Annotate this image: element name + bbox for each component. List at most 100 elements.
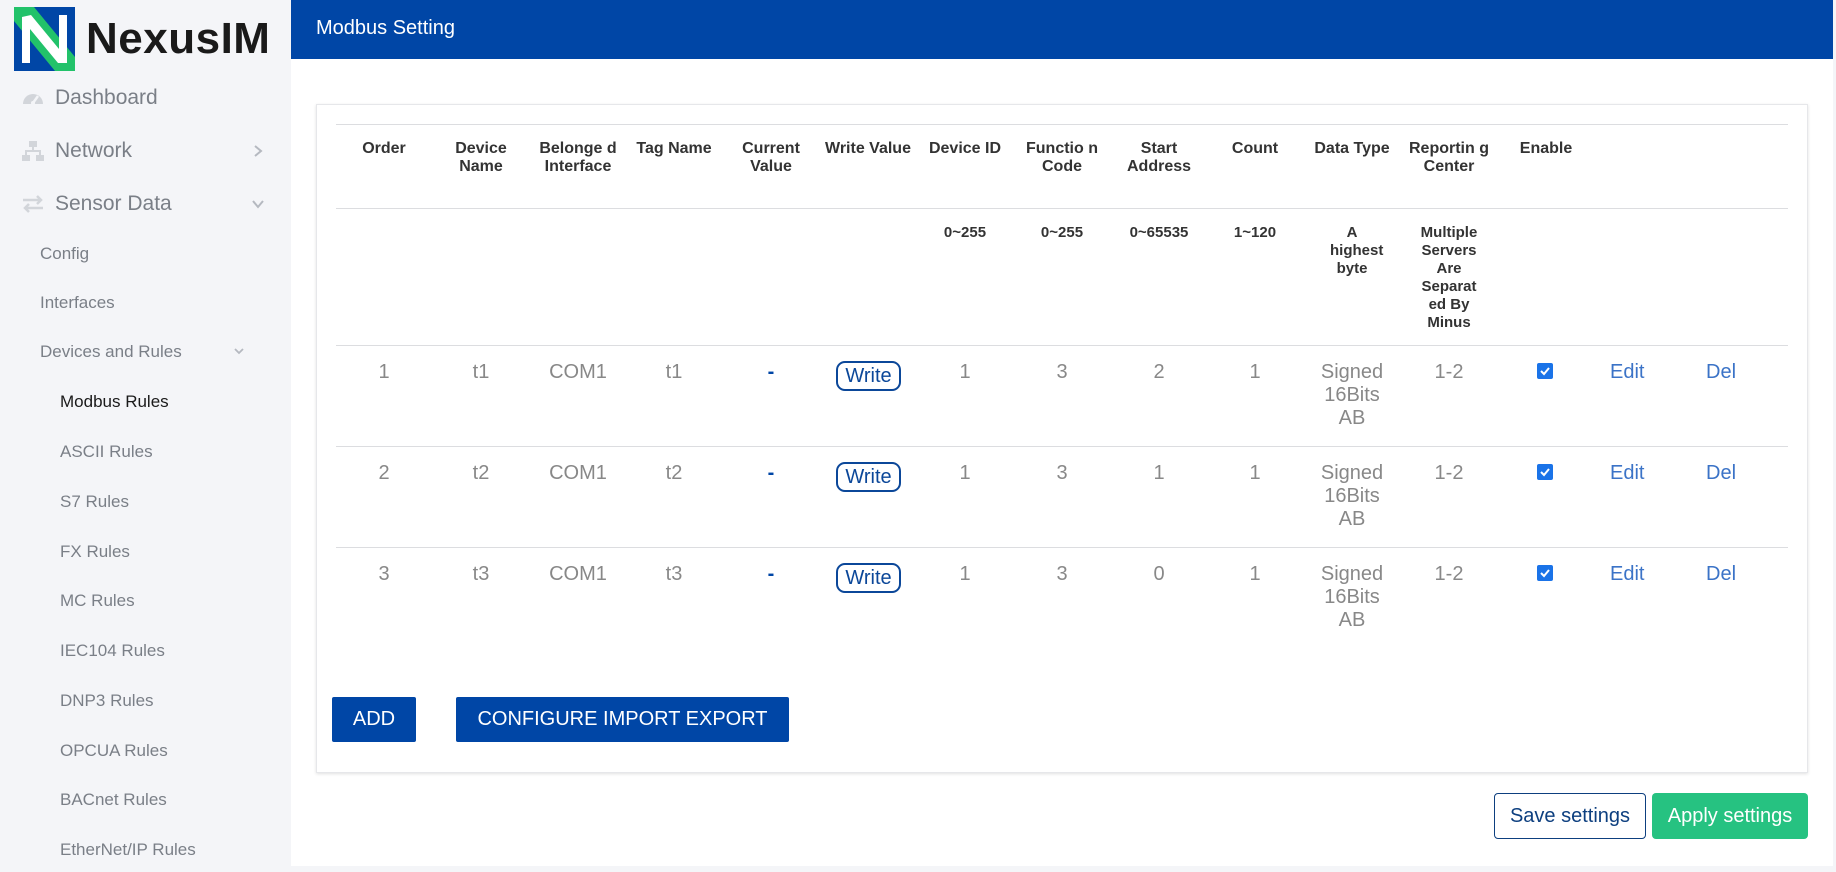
- range-start-address: 0~65535: [1129, 224, 1189, 241]
- range-device-id: 0~255: [943, 224, 987, 241]
- apply-settings-button[interactable]: Apply settings: [1652, 793, 1808, 839]
- brand-name: NexusIM: [86, 14, 271, 63]
- cell-current-value: -: [767, 361, 775, 383]
- cell-count: 1: [1249, 361, 1261, 383]
- column-header-tag-name: Tag Name: [636, 140, 712, 157]
- sidebar-item-bacnet-rules[interactable]: BACnet Rules: [60, 790, 167, 810]
- range-data-type: A highest byte: [1330, 224, 1384, 277]
- sidebar-item-dnp3-rules[interactable]: DNP3 Rules: [60, 691, 154, 711]
- cell-reporting-center: 1-2: [1434, 361, 1464, 383]
- modbus-rules-card: [316, 104, 1808, 773]
- dashboard-icon: [20, 86, 46, 110]
- write-button[interactable]: Write: [836, 361, 901, 391]
- cell-start-address: 0: [1153, 563, 1165, 585]
- sidebar-item-ascii-rules[interactable]: ASCII Rules: [60, 442, 153, 462]
- sidebar-item-opcua-rules[interactable]: OPCUA Rules: [60, 741, 168, 761]
- range-count: 1~120: [1233, 224, 1277, 241]
- sidebar-item-label: Config: [40, 244, 90, 263]
- cell-device-id: 1: [959, 361, 971, 383]
- cell-function-code: 3: [1056, 462, 1068, 484]
- cell-function-code: 3: [1056, 361, 1068, 383]
- sidebar-item-label: Devices and Rules: [40, 342, 182, 361]
- range-reporting-center: Multiple Servers Are Separat ed By Minus: [1420, 224, 1478, 331]
- sidebar-item-label: OPCUA Rules: [60, 741, 168, 760]
- cell-current-value: -: [767, 462, 775, 484]
- column-header-start-address: Start Address: [1126, 140, 1192, 175]
- sidebar-item-label: IEC104 Rules: [60, 641, 165, 660]
- cell-device-id: 1: [959, 563, 971, 585]
- page-header: Modbus Setting: [291, 0, 1833, 59]
- column-header-reporting-center: Reportin g Center: [1409, 140, 1489, 175]
- chevron-right-icon: [254, 145, 263, 157]
- sidebar-item-network[interactable]: Network: [0, 131, 290, 171]
- sensor-data-icon: [20, 192, 46, 216]
- sidebar-item-label: Modbus Rules: [60, 392, 169, 411]
- sidebar-item-label: Dashboard: [55, 86, 158, 109]
- cell-order: 1: [378, 361, 390, 383]
- sidebar-item-ethernet-ip-rules[interactable]: EtherNet/IP Rules: [60, 840, 196, 860]
- sidebar-item-interfaces[interactable]: Interfaces: [40, 293, 115, 313]
- chevron-down-icon: [234, 348, 244, 355]
- sidebar-item-label: MC Rules: [60, 591, 135, 610]
- configure-import-export-button[interactable]: CONFIGURE IMPORT EXPORT: [456, 697, 789, 742]
- sidebar-item-devices-and-rules[interactable]: Devices and Rules: [40, 342, 244, 362]
- cell-device-name: t2: [472, 462, 490, 484]
- sidebar-item-label: S7 Rules: [60, 492, 129, 511]
- delete-link[interactable]: Del: [1706, 361, 1736, 384]
- sidebar-item-label: FX Rules: [60, 542, 130, 561]
- checkmark-icon: [1540, 569, 1550, 578]
- cell-current-value: -: [767, 563, 775, 585]
- cell-reporting-center: 1-2: [1434, 462, 1464, 484]
- cell-device-name: t1: [472, 361, 490, 383]
- edit-link[interactable]: Edit: [1610, 563, 1644, 586]
- sidebar-item-dashboard[interactable]: Dashboard: [0, 78, 290, 118]
- sidebar-item-label: Network: [55, 139, 133, 162]
- column-header-interface: Belonge d Interface: [539, 140, 617, 175]
- table-divider: [336, 124, 1788, 125]
- cell-tag-name: t2: [665, 462, 683, 484]
- sidebar-item-mc-rules[interactable]: MC Rules: [60, 591, 135, 611]
- add-button[interactable]: ADD: [332, 697, 416, 742]
- cell-data-type: Signed 16Bits AB: [1320, 361, 1384, 429]
- sidebar-item-fx-rules[interactable]: FX Rules: [60, 542, 130, 562]
- column-header-count: Count: [1231, 140, 1279, 157]
- sidebar-item-config[interactable]: Config: [40, 244, 89, 264]
- enable-checkbox[interactable]: [1537, 565, 1553, 581]
- checkmark-icon: [1540, 367, 1550, 376]
- sidebar-item-label: ASCII Rules: [60, 442, 153, 461]
- table-divider: [336, 547, 1788, 548]
- sidebar-item-label: EtherNet/IP Rules: [60, 840, 196, 859]
- range-function-code: 0~255: [1040, 224, 1084, 241]
- sidebar: NexusIM Dashboard Network Sensor Data Co…: [0, 0, 290, 872]
- network-icon: [20, 139, 46, 163]
- sidebar-item-iec104-rules[interactable]: IEC104 Rules: [60, 641, 165, 661]
- edit-link[interactable]: Edit: [1610, 462, 1644, 485]
- delete-link[interactable]: Del: [1706, 462, 1736, 485]
- enable-checkbox[interactable]: [1537, 464, 1553, 480]
- delete-link[interactable]: Del: [1706, 563, 1736, 586]
- cell-count: 1: [1249, 462, 1261, 484]
- cell-interface: COM1: [549, 462, 607, 484]
- cell-interface: COM1: [549, 563, 607, 585]
- nexusim-logo-icon: [14, 7, 75, 71]
- cell-reporting-center: 1-2: [1434, 563, 1464, 585]
- column-header-current-value: Current Value: [742, 140, 800, 175]
- sidebar-item-modbus-rules[interactable]: Modbus Rules: [60, 392, 169, 412]
- edit-link[interactable]: Edit: [1610, 361, 1644, 384]
- save-settings-button[interactable]: Save settings: [1494, 793, 1646, 839]
- write-button[interactable]: Write: [836, 462, 901, 492]
- cell-data-type: Signed 16Bits AB: [1320, 462, 1384, 530]
- logo: NexusIM: [14, 7, 270, 71]
- sidebar-item-s7-rules[interactable]: S7 Rules: [60, 492, 129, 512]
- column-header-data-type: Data Type: [1314, 140, 1390, 157]
- table-divider: [336, 446, 1788, 447]
- checkmark-icon: [1540, 468, 1550, 477]
- page-title: Modbus Setting: [316, 17, 455, 39]
- sidebar-item-label: Sensor Data: [55, 192, 172, 215]
- sidebar-item-sensor-data[interactable]: Sensor Data: [0, 184, 290, 224]
- write-button[interactable]: Write: [836, 563, 901, 593]
- table-divider: [336, 208, 1788, 209]
- cell-order: 2: [378, 462, 390, 484]
- enable-checkbox[interactable]: [1537, 363, 1553, 379]
- cell-tag-name: t1: [665, 361, 683, 383]
